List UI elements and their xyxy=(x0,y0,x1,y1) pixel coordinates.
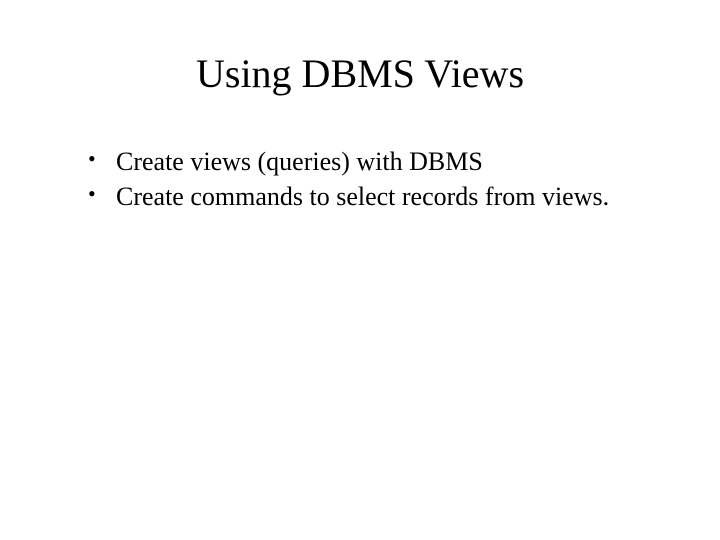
slide-container: Using DBMS Views Create views (queries) … xyxy=(0,0,720,540)
slide-title: Using DBMS Views xyxy=(70,50,650,97)
list-item: Create views (queries) with DBMS xyxy=(88,145,650,178)
bullet-list: Create views (queries) with DBMS Create … xyxy=(70,145,650,214)
list-item: Create commands to select records from v… xyxy=(88,180,650,213)
